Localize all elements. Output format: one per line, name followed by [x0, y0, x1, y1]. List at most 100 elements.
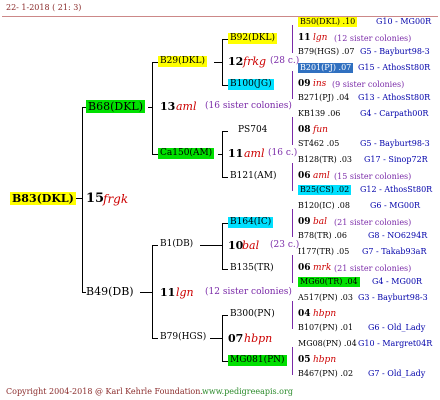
l4-origin: G12 - AthosSt80R — [360, 185, 433, 194]
l3-queen-id[interactable]: B135(TR) — [230, 264, 274, 273]
l4-origin: G15 - AthosSt80R — [358, 63, 431, 72]
l4-queen-id[interactable]: I177(TR) .05 — [298, 248, 349, 256]
connector — [152, 338, 158, 339]
l3-sister-colonies: (21 sister colonies) — [334, 264, 412, 273]
connector — [292, 209, 293, 237]
date-stamp: 22- 1-2018 ( 21: 3) — [6, 3, 82, 12]
root-queen-id[interactable]: B83(DKL) — [10, 192, 76, 205]
l3-queen-number: 06 — [298, 171, 311, 181]
l3-queen-line: aml — [313, 171, 330, 181]
l3-queen-number: 04 — [298, 309, 311, 319]
l4-queen-id[interactable]: B50(DKL) .10 — [298, 17, 358, 27]
l1-queen-number: 11 — [160, 286, 176, 299]
l3-queen-id[interactable]: B164(IC) — [228, 217, 274, 228]
l4-origin: G6 - MG00R — [370, 201, 421, 210]
l4-queen-id[interactable]: B79(HGS) .07 — [298, 48, 354, 56]
l3-queen-id[interactable]: B121(AM) — [230, 172, 277, 181]
l3-queen-number: 05 — [298, 355, 311, 365]
l3-queen-id[interactable]: MG081(PN) — [228, 355, 287, 366]
l3-queen-number: 08 — [298, 125, 311, 135]
l3-queen-line: hbpn — [313, 355, 337, 365]
connector — [200, 245, 223, 246]
l3-sister-colonies: (15 sister colonies) — [334, 172, 412, 181]
l2-queen-number: 11 — [228, 147, 244, 160]
l4-origin: G7 - Old_Lady — [368, 369, 426, 378]
l4-queen-id[interactable]: B25(CS) .02 — [298, 185, 352, 195]
l4-origin: G8 - NO6294R — [368, 231, 428, 240]
l3-queen-line: mrk — [313, 263, 332, 273]
l2-queen-id[interactable]: B79(HGS) — [160, 333, 206, 342]
l4-origin: G5 - Bayburt98-3 — [360, 47, 430, 56]
connector — [292, 163, 293, 191]
root-queen-line: frgk — [103, 192, 129, 206]
connector — [140, 292, 153, 293]
l2-sister-colonies: (28 c.) — [270, 56, 300, 66]
l4-queen-id[interactable]: B128(TR) .03 — [298, 156, 352, 164]
l2-queen-number: 12 — [228, 55, 244, 68]
connector — [292, 117, 293, 145]
connector — [222, 315, 228, 316]
l3-queen-line: lgn — [313, 33, 328, 43]
l4-queen-id[interactable]: B107(PN) .01 — [298, 324, 353, 332]
connector — [222, 177, 228, 178]
copyright-text: Copyright 2004-2018 @ Karl Kehrle Founda… — [6, 387, 203, 396]
connector — [222, 223, 223, 269]
connector — [214, 62, 223, 63]
l4-queen-id[interactable]: B78(TR) .06 — [298, 232, 347, 240]
header-divider — [2, 16, 438, 17]
l1-sister-colonies: (16 sister colonies) — [205, 101, 292, 111]
l4-origin: G7 - Takab93aR — [362, 247, 427, 256]
root-queen-number: 15 — [86, 191, 105, 206]
l4-origin: G4 - Carpath00R — [360, 109, 429, 118]
connector — [222, 269, 228, 270]
l3-queen-line: hbpn — [313, 309, 337, 319]
l4-origin: G13 - AthosSt80R — [358, 93, 431, 102]
l4-origin: G17 - Sinop72R — [364, 155, 428, 164]
l3-queen-number: 06 — [298, 263, 311, 273]
connector — [292, 71, 293, 99]
l4-queen-id[interactable]: B467(PN) .02 — [298, 370, 353, 378]
l3-queen-id[interactable]: B300(PN) — [230, 310, 275, 319]
l4-queen-id[interactable]: B120(IC) .08 — [298, 202, 350, 210]
connector — [292, 255, 293, 283]
connector — [292, 347, 293, 375]
l3-sister-colonies: (9 sister colonies) — [332, 80, 405, 89]
l4-queen-id[interactable]: B201(PJ) .07 — [298, 63, 354, 73]
l3-queen-number: 11 — [298, 33, 311, 43]
l3-sister-colonies: (21 sister colonies) — [334, 218, 412, 227]
connector — [292, 301, 293, 329]
l2-queen-line: hbpn — [244, 332, 273, 345]
connector — [152, 245, 158, 246]
l4-origin: G5 - Bayburt98-3 — [360, 139, 430, 148]
connector — [292, 25, 293, 53]
l2-queen-id[interactable]: B29(DKL) — [158, 56, 208, 67]
l2-sister-colonies: (16 c.) — [268, 148, 298, 158]
connector — [152, 62, 153, 154]
l2-queen-line: aml — [244, 147, 265, 160]
connector — [148, 107, 153, 108]
l4-queen-id[interactable]: B271(PJ) .04 — [298, 94, 349, 102]
l3-queen-line: bal — [313, 217, 328, 227]
l1-queen-line: lgn — [176, 286, 194, 299]
website-link[interactable]: www.pedigreeapis.org — [202, 388, 293, 396]
l2-queen-id[interactable]: B1(DB) — [160, 240, 193, 249]
l3-queen-id[interactable]: PS704 — [238, 126, 267, 135]
l4-queen-id[interactable]: KB139 .06 — [298, 110, 340, 118]
l2-queen-id[interactable]: Ca150(AM) — [158, 148, 215, 159]
l3-sister-colonies: (12 sister colonies) — [334, 34, 412, 43]
l3-queen-line: fun — [313, 125, 328, 135]
l4-origin: G3 - Bayburt98-3 — [358, 293, 428, 302]
l3-queen-id[interactable]: B92(DKL) — [228, 33, 278, 44]
l4-queen-id[interactable]: MG08(PN) .04 — [298, 340, 357, 348]
l4-queen-id[interactable]: ST462 .05 — [298, 140, 339, 148]
l1-sister-colonies: (12 sister colonies) — [205, 287, 292, 297]
l4-queen-id[interactable]: A517(PN) .03 — [298, 294, 353, 302]
l3-queen-number: 09 — [298, 217, 311, 227]
l1-queen-id[interactable]: B49(DB) — [86, 286, 134, 297]
connector — [82, 107, 83, 293]
l4-origin: G4 - MG00R — [372, 277, 423, 286]
l1-queen-id[interactable]: B68(DKL) — [86, 100, 146, 113]
l4-origin: G10 - Margret04R — [358, 339, 433, 348]
l3-queen-id[interactable]: B100(JG) — [228, 79, 274, 90]
l4-queen-id[interactable]: MG60(TR) .04 — [298, 277, 360, 287]
